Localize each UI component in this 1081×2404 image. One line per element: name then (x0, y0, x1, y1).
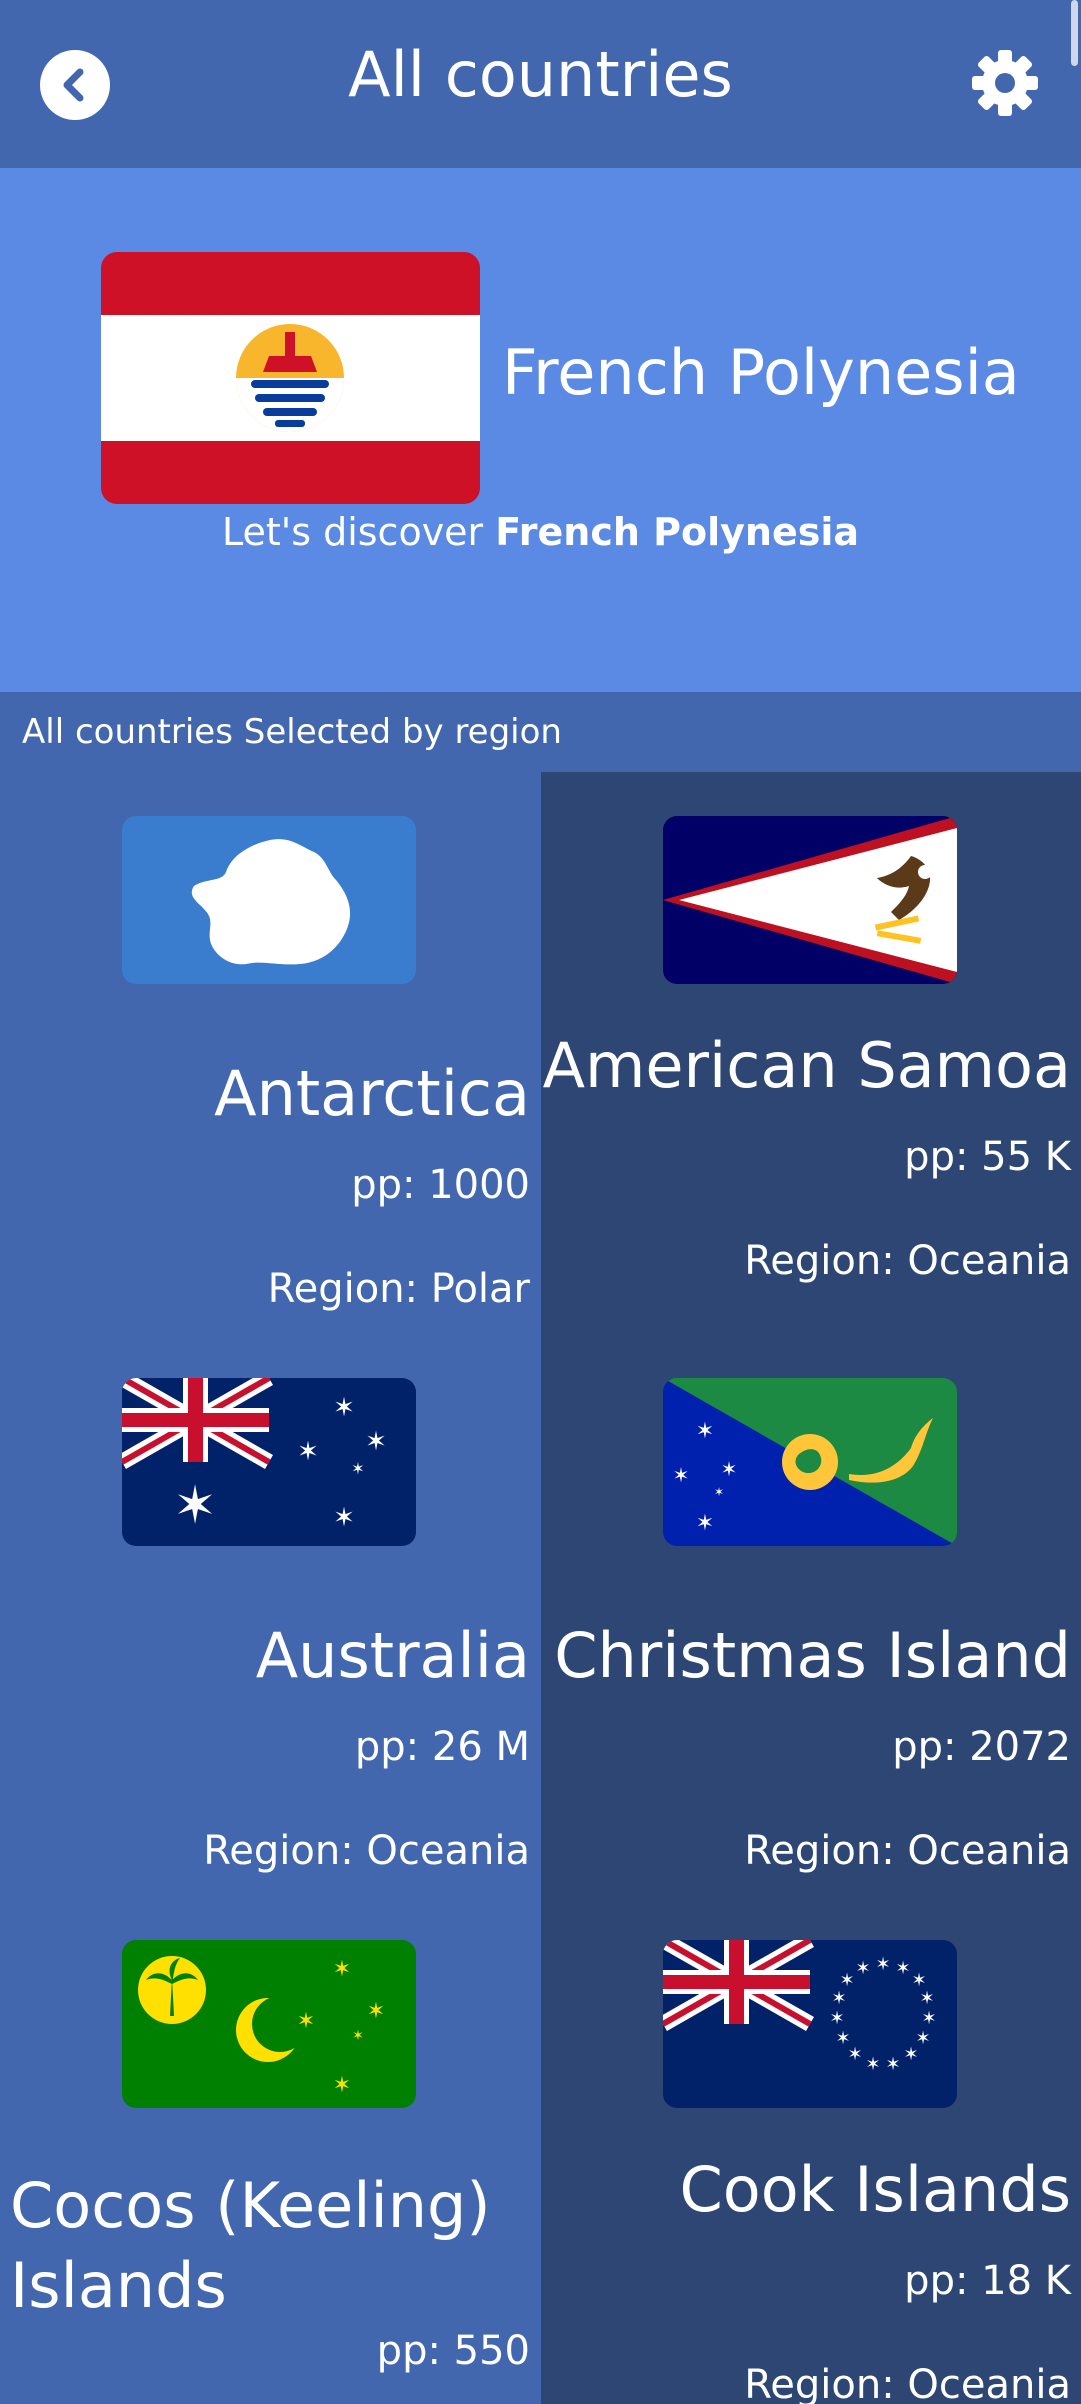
american-samoa-flag (663, 816, 957, 984)
section-header: All countries Selected by region (0, 692, 1081, 772)
country-card-american-samoa[interactable]: American Samoa pp: 55 K Region: Oceania (541, 772, 1081, 1334)
featured-country-name: French Polynesia (502, 336, 1020, 409)
country-population: pp: 1000 (351, 1162, 530, 1208)
app-bar: All countries (0, 0, 1081, 168)
antarctica-flag (122, 816, 416, 984)
svg-text:✶: ✶ (895, 1958, 910, 1979)
country-population: pp: 550 (376, 2328, 530, 2374)
svg-text:✶: ✶ (919, 1988, 934, 2009)
svg-text:✶: ✶ (875, 1954, 890, 1975)
svg-text:✶: ✶ (855, 1958, 870, 1979)
svg-text:✶: ✶ (696, 1511, 714, 1536)
svg-text:✶: ✶ (721, 1457, 738, 1481)
svg-text:✶: ✶ (297, 2009, 315, 2034)
country-name: American Samoa (542, 1029, 1071, 1102)
country-population: pp: 55 K (904, 1134, 1071, 1180)
country-population: pp: 26 M (354, 1724, 530, 1770)
country-region: Region: Oceania (744, 2362, 1071, 2404)
svg-text:✶: ✶ (333, 1957, 351, 1982)
svg-text:✶: ✶ (831, 1988, 846, 2009)
country-name: Cocos (Keeling) Islands (10, 2169, 491, 2322)
svg-text:✶: ✶ (352, 2028, 364, 2044)
country-grid: Antarctica pp: 1000 Region: Polar Americ… (0, 772, 1081, 2404)
country-card-antarctica[interactable]: Antarctica pp: 1000 Region: Polar (0, 772, 540, 1334)
svg-text:✶: ✶ (351, 1459, 364, 1478)
country-population: pp: 2072 (892, 1724, 1071, 1770)
svg-text:✶: ✶ (173, 1476, 217, 1536)
country-card-australia[interactable]: ✶ ✶ ✶ ✶ ✶ ✶ Australia pp: 26 M Region: O… (0, 1334, 540, 1896)
country-region: Region: Oceania (203, 1828, 530, 1874)
svg-text:✶: ✶ (696, 1419, 714, 1444)
french-polynesia-flag (101, 252, 480, 504)
country-card-cook-islands[interactable]: ✶ ✶ ✶ ✶ ✶ ✶ ✶ ✶ ✶ ✶ ✶ ✶ ✶ ✶ ✶ Cook Islan… (541, 1896, 1081, 2404)
country-population: pp: 18 K (904, 2258, 1071, 2304)
svg-text:✶: ✶ (333, 1393, 355, 1423)
country-name: Christmas Island (554, 1619, 1071, 1692)
section-title: All countries Selected by region (22, 712, 562, 752)
cook-islands-flag: ✶ ✶ ✶ ✶ ✶ ✶ ✶ ✶ ✶ ✶ ✶ ✶ ✶ ✶ ✶ (663, 1940, 957, 2108)
country-card-christmas-island[interactable]: ✶ ✶ ✶ ✶ ✶ Christmas Island pp: 2072 Regi… (541, 1334, 1081, 1896)
svg-text:✶: ✶ (903, 2044, 918, 2065)
svg-text:✶: ✶ (835, 2028, 850, 2049)
country-card-cocos-keeling-islands[interactable]: ✶ ✶ ✶ ✶ ✶ Cocos (Keeling) Islands pp: 55… (0, 1896, 540, 2404)
cocos-islands-flag: ✶ ✶ ✶ ✶ ✶ (122, 1940, 416, 2108)
scrollbar-thumb[interactable] (1071, 0, 1078, 66)
country-region: Region: Oceania (744, 1828, 1071, 1874)
svg-text:✶: ✶ (297, 1437, 319, 1467)
country-name: Antarctica (214, 1057, 530, 1130)
svg-text:✶: ✶ (367, 1999, 385, 2024)
svg-text:✶: ✶ (333, 2073, 351, 2098)
page-title: All countries (348, 38, 733, 111)
svg-text:✶: ✶ (865, 2054, 880, 2075)
svg-text:✶: ✶ (673, 1463, 690, 1487)
svg-text:✶: ✶ (921, 2008, 936, 2029)
settings-button[interactable] (968, 46, 1042, 120)
svg-text:✶: ✶ (839, 1970, 854, 1991)
featured-country-banner[interactable]: French Polynesia Let's discover French P… (0, 168, 1081, 692)
svg-text:✶: ✶ (829, 2008, 844, 2029)
country-region: Region: Polar (267, 1266, 530, 1312)
svg-text:✶: ✶ (333, 1503, 355, 1533)
svg-text:✶: ✶ (885, 2054, 900, 2075)
australia-flag: ✶ ✶ ✶ ✶ ✶ ✶ (122, 1378, 416, 1546)
country-name: Australia (255, 1619, 530, 1692)
svg-text:✶: ✶ (365, 1427, 387, 1457)
country-name: Cook Islands (679, 2153, 1071, 2226)
featured-country-subtitle: Let's discover French Polynesia (221, 510, 860, 554)
gear-icon (972, 50, 1038, 116)
christmas-island-flag: ✶ ✶ ✶ ✶ ✶ (663, 1378, 957, 1546)
country-region: Region: Oceania (744, 1238, 1071, 1284)
svg-text:✶: ✶ (714, 1485, 724, 1499)
